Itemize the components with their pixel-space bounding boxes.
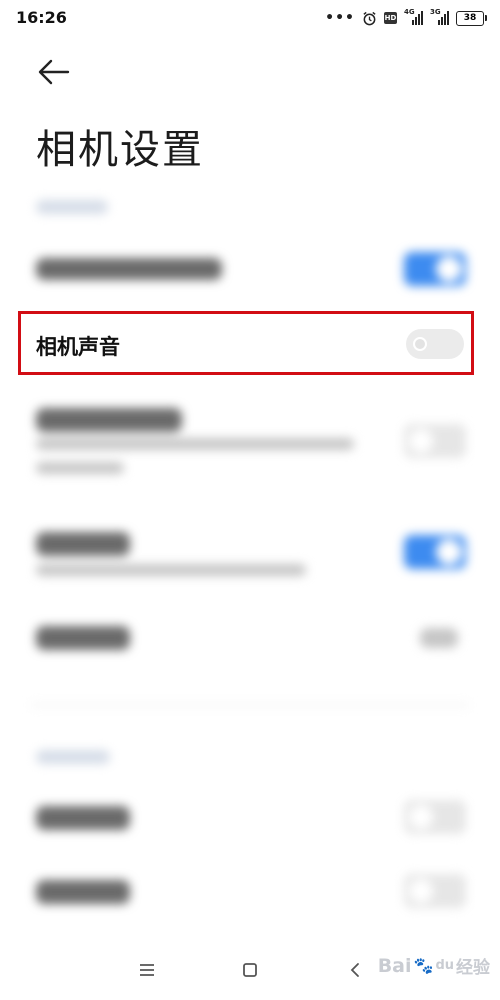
setting-toggle[interactable] [404,252,466,286]
chevron-left-icon [350,963,359,977]
home-button[interactable] [236,956,264,984]
baidu-watermark: Bai 🐾 du 经验 [377,954,490,979]
setting-toggle[interactable] [404,535,466,569]
setting-toggle[interactable] [404,874,466,908]
setting-item-desc [36,462,124,474]
menu-button[interactable] [133,956,161,984]
section-divider [30,704,470,706]
setting-item-label [36,532,130,556]
blurred-settings [0,0,500,1000]
setting-chevron[interactable] [420,628,458,648]
setting-toggle[interactable] [404,800,466,834]
setting-item-label [36,806,130,830]
toggle-knob [413,337,427,351]
setting-toggle[interactable] [404,424,466,458]
menu-icon [140,964,154,976]
setting-item-label [36,626,130,650]
setting-item-label [36,408,182,432]
setting-item-desc [36,564,306,576]
paw-icon: 🐾 [413,956,434,975]
section-caption [36,750,110,764]
camera-sound-toggle[interactable] [406,329,464,359]
setting-item-desc [36,438,354,450]
home-icon [243,963,257,977]
back-button[interactable] [341,956,369,984]
camera-sound-label: 相机声音 [36,335,120,359]
setting-item-label [36,258,222,280]
section-caption [36,200,108,214]
setting-item-label [36,880,130,904]
